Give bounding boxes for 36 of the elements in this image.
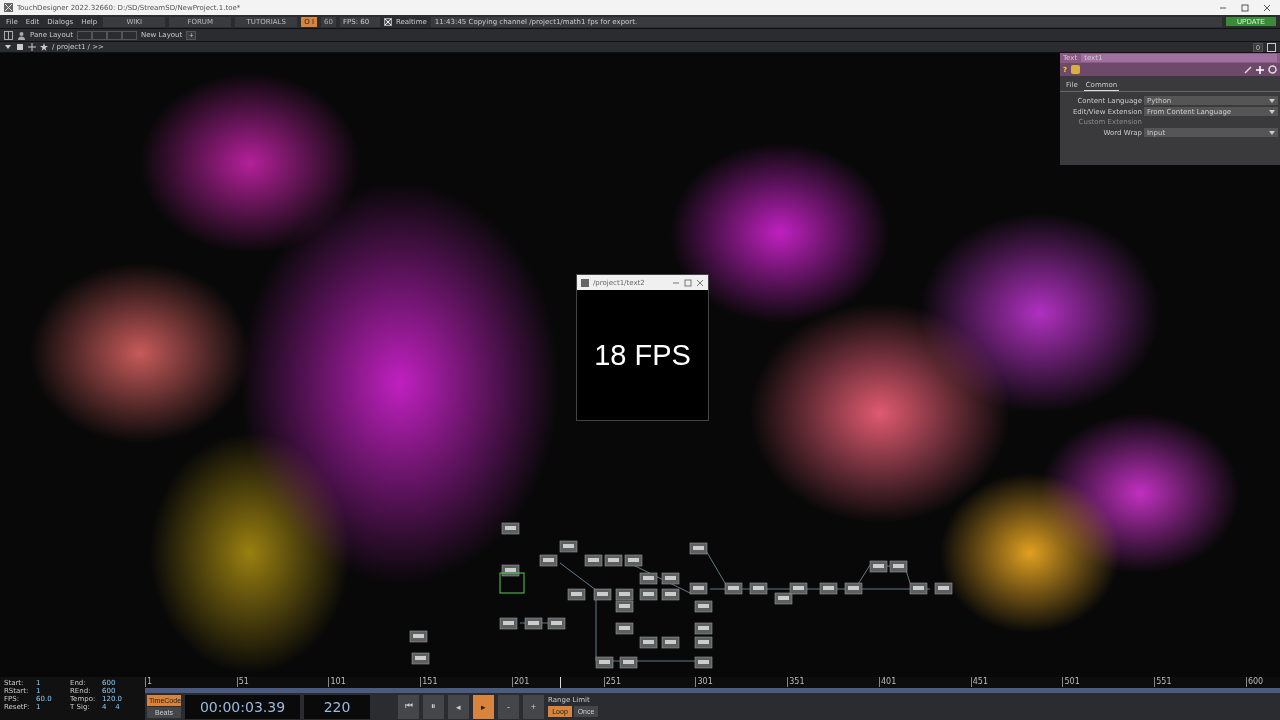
close-icon[interactable] [696,278,704,287]
timeline-ruler[interactable]: 1 51 101 151 201 251 301 351 401 451 501 551 600 [145,677,1280,688]
ruler-tick: 451 [970,677,988,687]
ruler-tick: 1 [145,677,153,687]
transport-button[interactable]: - [498,694,519,719]
fps-readout: 18 FPS [594,338,691,372]
dropdown-arrow-icon[interactable] [1269,130,1275,135]
app-logo-icon [4,3,13,12]
ruler-tick: 201 [511,677,530,687]
ruler-tick: 501 [1062,677,1080,687]
ruler-tick: 600 [1245,677,1264,687]
realtime-checkbox[interactable] [383,17,392,26]
ruler-tick: 551 [1154,677,1172,687]
frame-display[interactable]: 220 [304,694,370,719]
star-icon[interactable] [40,43,48,51]
person-icon[interactable] [17,30,26,40]
maximize-icon[interactable] [684,278,692,287]
window-icon[interactable] [1267,42,1276,52]
ruler-tick: 301 [695,677,713,687]
transport-button[interactable]: ⏸ [423,694,444,719]
plus-icon[interactable] [28,43,36,51]
ruler-tick: 151 [420,677,438,687]
ruler-tick: 101 [328,677,346,687]
transport-button[interactable]: ▸ [473,694,494,719]
ruler-tick: 401 [878,677,897,687]
app-logo-icon [581,278,589,287]
transport-button[interactable]: ⏮ [398,694,419,719]
pencil-icon[interactable] [1244,65,1252,74]
stop-icon[interactable] [16,43,24,51]
ruler-tick: 351 [787,677,805,687]
layout-icon[interactable] [4,30,13,40]
transport-button[interactable]: + [523,694,544,719]
timecode-display[interactable]: 00:00:03.39 [185,694,300,719]
transport-button[interactable]: ◂ [448,694,469,719]
ruler-tick: 251 [603,677,621,687]
ruler-tick: 51 [236,677,249,687]
